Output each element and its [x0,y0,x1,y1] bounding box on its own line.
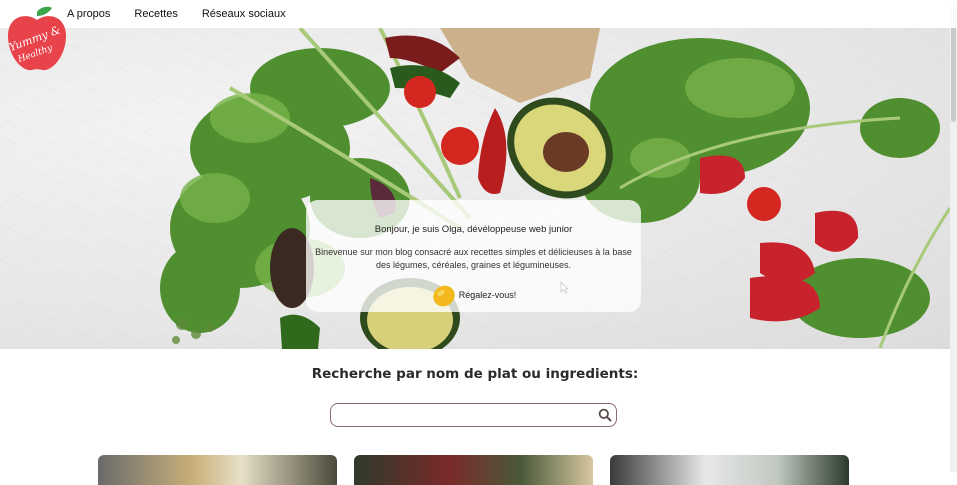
lemon-icon [433,285,455,307]
nav-link-a-propos[interactable]: A propos [67,8,110,20]
search-icon[interactable] [598,408,612,422]
search-title: Recherche par nom de plat ou ingredients… [311,366,639,382]
logo-leaf-icon [37,6,52,16]
intro-title: Bonjour, je suis Olga, dévéloppeuse web … [374,224,573,235]
intro-cta-text: Régalez-vous! [458,290,517,300]
hero-banner: Bonjour, je suis Olga, dévéloppeuse web … [0,28,950,349]
search-input[interactable] [337,407,591,424]
recipe-card[interactable] [354,455,593,485]
page-scrollbar[interactable] [950,0,957,472]
nav-link-recettes[interactable]: Recettes [134,8,177,20]
intro-text: Binevenue sur mon blog consacré aux rece… [315,247,632,270]
intro-card: Bonjour, je suis Olga, dévéloppeuse web … [306,200,641,312]
recipe-card[interactable] [610,455,849,485]
main-nav: A propos Recettes Réseaux sociaux [67,0,310,28]
intro-cta: Régalez-vous! [306,282,641,308]
search-box [330,403,617,427]
site-header: A propos Recettes Réseaux sociaux [0,0,957,28]
recipe-card[interactable] [98,455,337,485]
nav-link-reseaux-sociaux[interactable]: Réseaux sociaux [202,8,286,20]
apple-logo[interactable]: Yummy & Healthy [6,6,68,74]
